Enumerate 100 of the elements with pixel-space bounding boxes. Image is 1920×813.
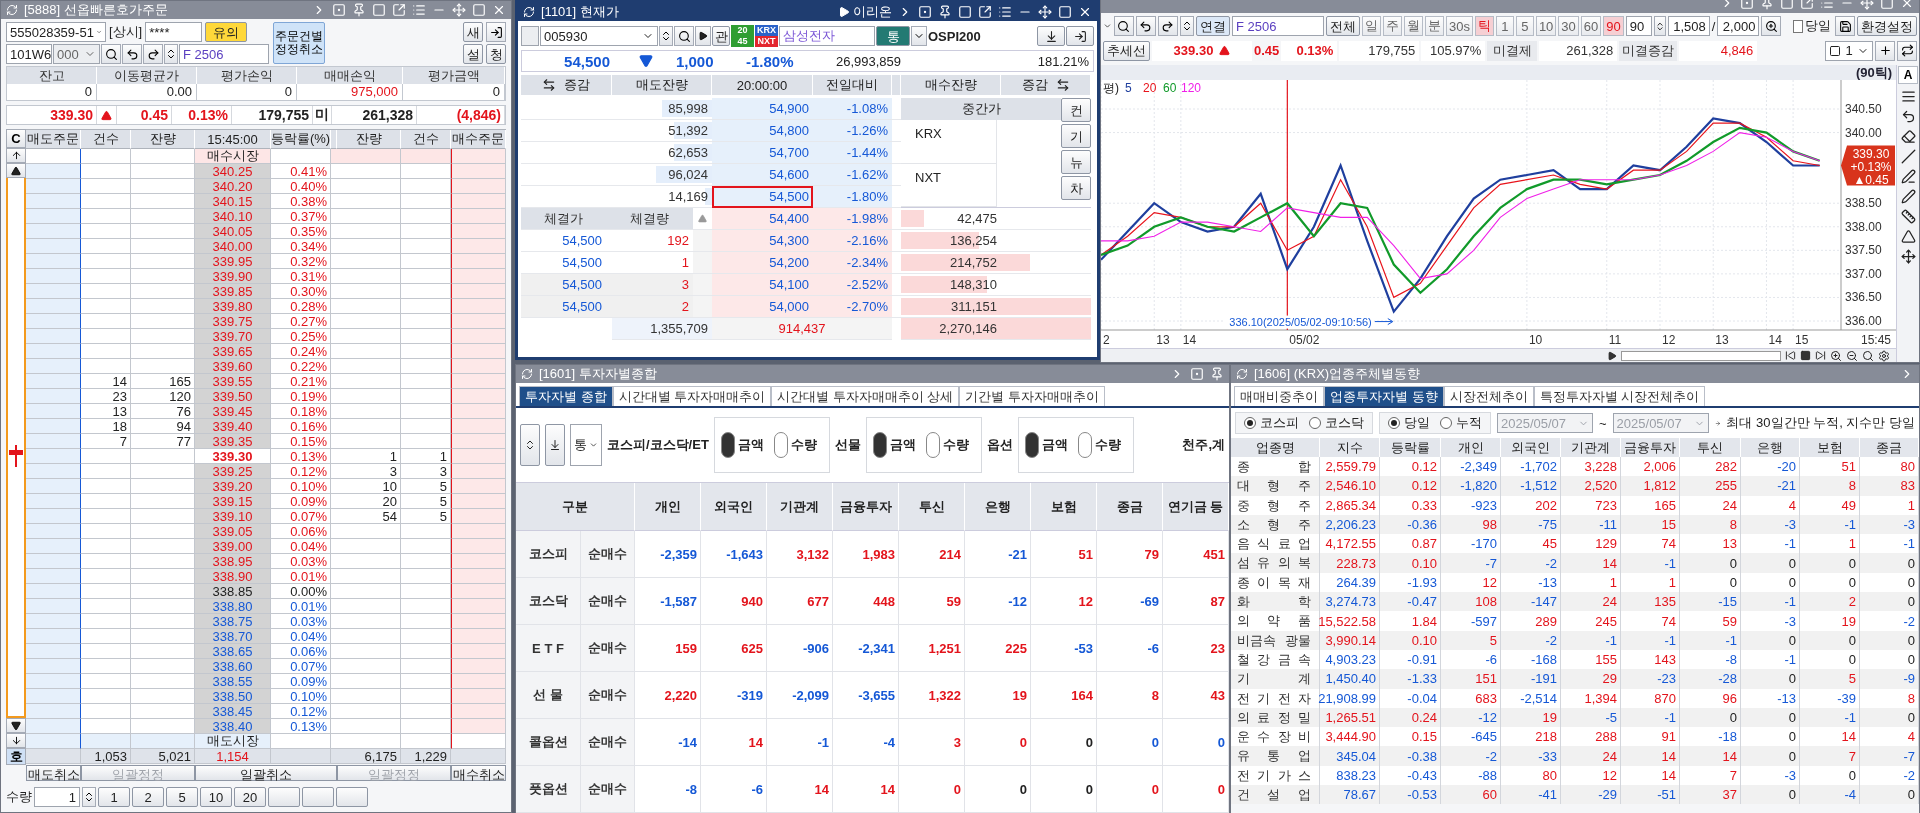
market-select[interactable]: 통 bbox=[570, 424, 602, 466]
period-tab[interactable]: 일 bbox=[1361, 16, 1381, 36]
toggle-option[interactable]: 수량 bbox=[925, 432, 969, 458]
price-cell[interactable]: 54,100 bbox=[712, 274, 813, 296]
axis-label: 12 bbox=[1662, 333, 1676, 347]
password-field[interactable]: **** bbox=[145, 22, 203, 42]
preset-button[interactable]: 1 bbox=[98, 787, 130, 807]
contract-field[interactable]: F 2506 bbox=[179, 44, 269, 64]
action-button[interactable]: 일괄취소 bbox=[195, 765, 337, 781]
table-cell: 3,132 bbox=[767, 531, 833, 578]
all-button[interactable]: 전체 bbox=[1325, 16, 1360, 36]
sub-code-select[interactable]: 000 bbox=[53, 44, 100, 64]
warning-button[interactable]: 유의 bbox=[205, 22, 248, 42]
side-button[interactable]: 뉴 bbox=[1061, 150, 1091, 174]
clear-button[interactable]: 청 bbox=[486, 44, 506, 64]
table-cell: -2,099 bbox=[767, 672, 833, 719]
quantity-field[interactable]: 1 bbox=[34, 787, 80, 807]
interval-field[interactable]: 90 bbox=[1625, 16, 1652, 36]
interval-button[interactable]: 5 bbox=[1515, 16, 1534, 36]
price-cell[interactable]: 54,600 bbox=[712, 164, 813, 186]
table-cell: 0.25% bbox=[271, 329, 331, 344]
table-cell: -906 bbox=[767, 625, 833, 672]
price-cell[interactable]: 54,800 bbox=[712, 120, 813, 142]
period-tab[interactable]: 월 bbox=[1403, 16, 1423, 36]
price-cell[interactable]: 54,200 bbox=[712, 252, 813, 274]
tab[interactable]: 기간별 투자자매매추이 bbox=[959, 386, 1106, 406]
volume-ratio-text: 105.97% bbox=[1421, 40, 1486, 61]
side-button[interactable]: 차 bbox=[1061, 176, 1091, 200]
period-tab[interactable]: 분 bbox=[1424, 16, 1444, 36]
count-field[interactable]: 1,508 bbox=[1667, 16, 1710, 36]
price-cell: 340.00 bbox=[195, 239, 271, 254]
table-cell: -1 bbox=[1800, 514, 1860, 535]
preset-button[interactable]: 10 bbox=[200, 787, 232, 807]
edit-cancel-button[interactable]: 주문건별 정정취소 bbox=[273, 22, 325, 64]
radio-option[interactable]: 코스피 bbox=[1244, 414, 1299, 432]
layout-select[interactable]: 1 bbox=[1825, 40, 1873, 61]
radio-option[interactable]: 코스닥 bbox=[1309, 414, 1364, 432]
table-cell: 0.04% bbox=[271, 629, 331, 644]
tab[interactable]: 시간대별 투자자매매추이 상세 bbox=[771, 386, 960, 406]
tab[interactable]: 특정투자자별 시장전체추이 bbox=[1533, 386, 1706, 406]
price-cell[interactable]: 54,900 bbox=[712, 98, 813, 120]
radio-option[interactable]: 누적 bbox=[1440, 414, 1482, 432]
count-max-field[interactable]: 2,000 bbox=[1717, 16, 1760, 36]
preset-button[interactable]: 2 bbox=[132, 787, 164, 807]
side-button[interactable]: 기 bbox=[1061, 124, 1091, 148]
price-cell[interactable]: 54,400 bbox=[712, 208, 813, 230]
tab[interactable]: 업종투자자별 동향 bbox=[1324, 386, 1444, 406]
table-cell: -11 bbox=[1561, 514, 1621, 535]
tab[interactable]: 투자자별 종합 bbox=[519, 386, 613, 406]
account-select[interactable]: 555028359-51 bbox=[6, 22, 106, 42]
toggle-option[interactable]: 수량 bbox=[773, 432, 817, 458]
interval-button[interactable]: 30 bbox=[1558, 16, 1579, 36]
period-tab[interactable]: 30s bbox=[1445, 16, 1473, 36]
table-cell: 0 bbox=[1741, 553, 1800, 573]
table-cell: -4 bbox=[1800, 785, 1860, 805]
radio-option[interactable]: 당일 bbox=[1388, 414, 1430, 432]
side-button[interactable]: 컨 bbox=[1061, 98, 1091, 122]
link-button[interactable]: 연결 bbox=[1195, 16, 1230, 36]
interval-button[interactable]: 60 bbox=[1580, 16, 1602, 36]
period-tab[interactable]: 주 bbox=[1382, 16, 1402, 36]
price-cell[interactable]: 54,500 bbox=[712, 186, 813, 208]
table-cell: 0 bbox=[1741, 746, 1800, 766]
name-field[interactable]: 삼성전자 bbox=[779, 26, 875, 46]
toggle-option[interactable]: 금액 bbox=[720, 432, 764, 458]
interval-button[interactable]: 10 bbox=[1535, 16, 1557, 36]
preset-button[interactable]: 5 bbox=[166, 787, 198, 807]
tab[interactable]: 매매비중추이 bbox=[1234, 386, 1324, 406]
column-header: 등락률 bbox=[1380, 438, 1441, 457]
clear-column-button[interactable]: C bbox=[6, 129, 26, 148]
code-field[interactable]: 101W6 bbox=[6, 44, 52, 64]
interval-button[interactable]: 1 bbox=[1495, 16, 1514, 36]
toggle-option[interactable]: 수량 bbox=[1077, 432, 1121, 458]
contract-field[interactable]: F 2506 bbox=[1231, 16, 1324, 36]
group-button[interactable]: 통 bbox=[876, 26, 910, 46]
watch-button[interactable]: 관 bbox=[712, 26, 730, 46]
preset-button[interactable]: 20 bbox=[234, 787, 266, 807]
link-button[interactable]: 이리온 bbox=[838, 3, 892, 21]
action-button[interactable]: 매수취소 bbox=[451, 765, 506, 781]
axis-label: 13 bbox=[1156, 333, 1170, 347]
toggle-option[interactable]: 금액 bbox=[1024, 432, 1068, 458]
toggle-option[interactable]: 금액 bbox=[872, 432, 916, 458]
action-button[interactable]: 매도취소 bbox=[26, 765, 81, 781]
table-cell: -7 bbox=[1860, 746, 1919, 766]
trendline-button[interactable]: 추세선 bbox=[1103, 40, 1150, 61]
code-select[interactable]: 005930 bbox=[540, 26, 658, 46]
font-button[interactable]: A bbox=[1898, 66, 1918, 84]
new-button[interactable]: 새 bbox=[463, 22, 483, 42]
settings-button[interactable]: 설 bbox=[463, 44, 483, 64]
price-cell: 339.35 bbox=[195, 434, 271, 449]
table-cell: 2 bbox=[1800, 592, 1860, 612]
row-header: 유 통 업 bbox=[1231, 746, 1320, 766]
tab[interactable]: 시장전체추이 bbox=[1443, 386, 1534, 406]
price-cell[interactable]: 54,300 bbox=[712, 230, 813, 252]
side-tab[interactable]: 호 bbox=[6, 748, 26, 765]
table-cell: 1,229 bbox=[401, 749, 451, 764]
price-cell[interactable]: 54,000 bbox=[712, 296, 813, 318]
tab[interactable]: 시간대별 투자자매매추이 bbox=[612, 386, 772, 406]
settings-button[interactable]: 환경설정 bbox=[1857, 16, 1917, 36]
price-cell[interactable]: 54,700 bbox=[712, 142, 813, 164]
table-cell: 1,812 bbox=[1621, 476, 1680, 496]
